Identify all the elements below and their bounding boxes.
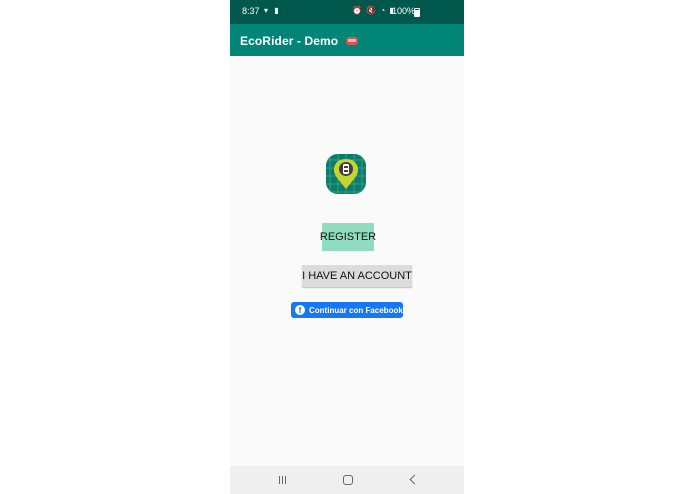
car-emoji-icon xyxy=(345,37,358,45)
app-title: EcoRider - Demo xyxy=(240,34,358,48)
facebook-button-label: Continuar con Facebook xyxy=(309,305,403,315)
status-time: 8:37 xyxy=(242,6,260,16)
recents-icon[interactable] xyxy=(279,476,287,484)
battery-icon xyxy=(414,8,420,17)
have-account-button[interactable]: I HAVE AN ACCOUNT xyxy=(302,265,412,287)
facebook-login-button[interactable]: f Continuar con Facebook xyxy=(291,302,403,318)
app-title-text: EcoRider - Demo xyxy=(240,34,339,48)
status-right-icons: ⏰ 🔇 ◔ ▮ xyxy=(352,6,395,15)
navigation-bar xyxy=(230,466,464,494)
register-button[interactable]: REGISTER xyxy=(320,223,376,251)
phone-screen: 8:37 ▾ ▮ ⏰ 🔇 ◔ ▮ 100% EcoRider - Demo RE… xyxy=(230,0,464,494)
status-left-icons: ▾ ▮ xyxy=(264,6,281,15)
home-icon[interactable] xyxy=(343,475,353,485)
logo-graphic xyxy=(326,154,366,194)
battery-percent: 100% xyxy=(392,6,416,16)
main-content: REGISTER I HAVE AN ACCOUNT f Continuar c… xyxy=(230,56,464,466)
map-pin-logo-icon xyxy=(326,154,366,194)
facebook-icon: f xyxy=(295,305,305,315)
app-bar: EcoRider - Demo xyxy=(230,24,464,56)
status-bar: 8:37 ▾ ▮ ⏰ 🔇 ◔ ▮ 100% xyxy=(230,0,464,24)
back-icon[interactable] xyxy=(409,474,420,485)
